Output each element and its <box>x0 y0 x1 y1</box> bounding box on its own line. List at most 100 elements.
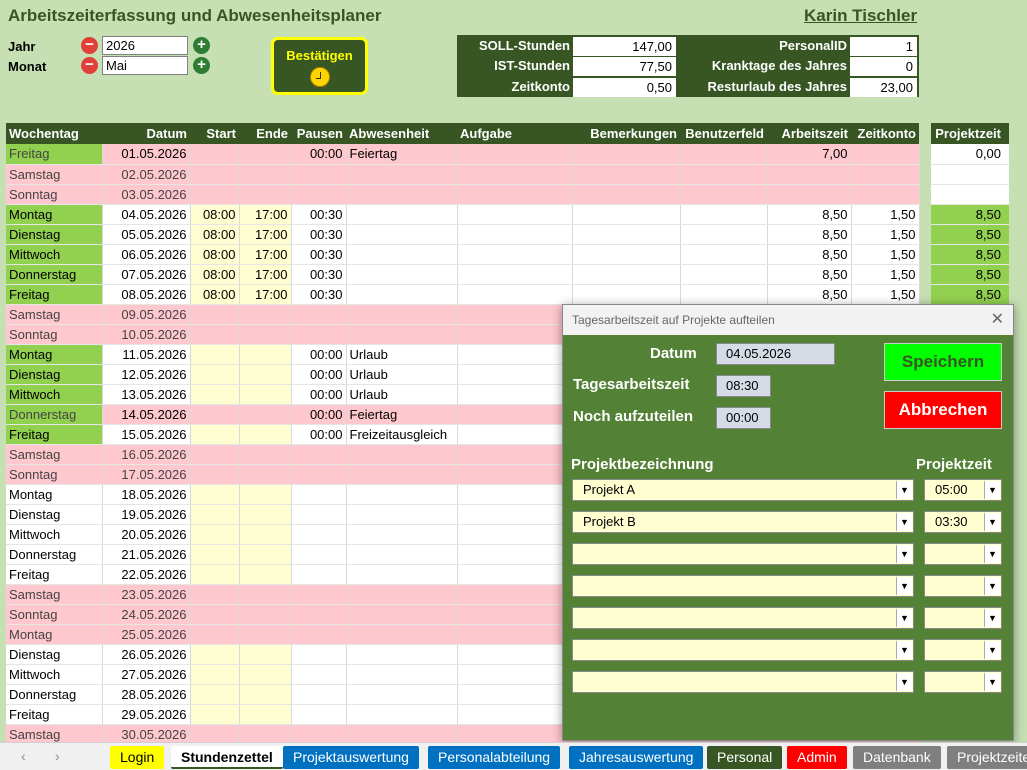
table-cell[interactable] <box>457 343 573 365</box>
table-cell[interactable] <box>190 483 240 505</box>
chevron-down-icon[interactable]: ▼ <box>896 481 912 499</box>
table-cell[interactable] <box>239 483 292 505</box>
year-increment-button[interactable]: + <box>193 37 210 54</box>
table-cell[interactable]: 8,50 <box>767 264 852 285</box>
table-cell[interactable] <box>190 164 240 185</box>
table-cell[interactable]: 00:30 <box>291 244 347 265</box>
chevron-down-icon[interactable]: ▼ <box>984 609 1000 627</box>
project-select[interactable]: Projekt B ▼ <box>572 511 914 533</box>
table-cell[interactable] <box>291 623 347 645</box>
table-cell[interactable]: Donnerstag <box>6 544 103 565</box>
table-cell[interactable] <box>291 184 347 205</box>
table-cell[interactable]: 1,50 <box>851 203 920 225</box>
table-cell[interactable] <box>346 623 458 645</box>
table-cell[interactable]: Samstag <box>6 164 103 185</box>
table-cell[interactable] <box>239 544 292 565</box>
table-cell[interactable] <box>346 504 458 525</box>
table-cell[interactable] <box>291 464 347 485</box>
table-cell[interactable]: 1,50 <box>851 224 920 245</box>
table-cell[interactable]: 17:00 <box>239 203 292 225</box>
table-cell[interactable]: Donnerstag <box>6 404 103 425</box>
table-cell[interactable]: 09.05.2026 <box>102 304 191 325</box>
table-cell[interactable] <box>239 304 292 325</box>
table-cell[interactable] <box>346 483 458 505</box>
chevron-down-icon[interactable]: ▼ <box>984 545 1000 563</box>
chevron-down-icon[interactable]: ▼ <box>984 481 1000 499</box>
table-cell[interactable] <box>851 144 920 165</box>
table-cell[interactable]: Mittwoch <box>6 664 103 685</box>
cancel-button[interactable]: Abbrechen <box>884 391 1002 429</box>
sheet-tab[interactable]: Admin <box>787 746 847 769</box>
table-cell[interactable] <box>190 664 240 685</box>
table-cell[interactable]: Samstag <box>6 724 103 745</box>
table-cell[interactable] <box>190 404 240 425</box>
table-cell[interactable] <box>457 483 573 505</box>
table-cell[interactable]: 00:00 <box>291 144 347 165</box>
table-cell[interactable]: Samstag <box>6 584 103 605</box>
chevron-down-icon[interactable]: ▼ <box>984 641 1000 659</box>
sheet-tab[interactable]: Projektzeiten <box>947 746 1027 769</box>
table-cell[interactable] <box>291 644 347 665</box>
table-cell[interactable]: Feiertag <box>346 404 458 425</box>
table-cell[interactable] <box>291 724 347 745</box>
table-cell[interactable] <box>291 304 347 325</box>
table-cell[interactable]: Urlaub <box>346 384 458 405</box>
table-cell[interactable] <box>291 164 347 185</box>
table-cell[interactable] <box>239 444 292 465</box>
table-cell[interactable]: 1,50 <box>851 284 920 305</box>
table-cell[interactable]: Donnerstag <box>6 264 103 285</box>
table-cell[interactable]: 00:00 <box>291 384 347 405</box>
table-cell[interactable] <box>457 304 573 325</box>
table-cell[interactable] <box>767 164 852 185</box>
table-cell[interactable]: 1,50 <box>851 244 920 265</box>
table-cell[interactable] <box>851 164 920 185</box>
table-cell[interactable] <box>291 444 347 465</box>
table-cell[interactable] <box>190 384 240 405</box>
table-cell[interactable] <box>291 483 347 505</box>
table-cell[interactable]: 00:30 <box>291 224 347 245</box>
table-cell[interactable] <box>346 684 458 705</box>
table-cell[interactable] <box>572 224 681 245</box>
table-cell[interactable]: Freitag <box>6 144 103 165</box>
table-cell[interactable] <box>346 524 458 545</box>
table-cell[interactable] <box>572 164 681 185</box>
table-cell[interactable] <box>291 684 347 705</box>
table-cell[interactable]: Mittwoch <box>6 384 103 405</box>
table-cell[interactable] <box>457 224 573 245</box>
table-cell[interactable]: 08.05.2026 <box>102 284 191 305</box>
year-field[interactable]: 2026 <box>102 36 188 55</box>
chevron-right-icon[interactable]: › <box>55 748 60 764</box>
table-cell[interactable] <box>190 524 240 545</box>
table-cell[interactable] <box>239 644 292 665</box>
table-cell[interactable] <box>190 604 240 625</box>
table-cell[interactable] <box>291 524 347 545</box>
table-cell[interactable]: 13.05.2026 <box>102 384 191 405</box>
project-time-select[interactable]: 05:00 ▼ <box>924 479 1002 501</box>
table-cell[interactable] <box>851 184 920 205</box>
chevron-down-icon[interactable]: ▼ <box>896 609 912 627</box>
table-cell[interactable]: 02.05.2026 <box>102 164 191 185</box>
save-button[interactable]: Speichern <box>884 343 1002 381</box>
table-cell[interactable] <box>190 623 240 645</box>
table-cell[interactable] <box>190 504 240 525</box>
project-time-select[interactable]: ▼ <box>924 639 1002 661</box>
table-cell[interactable]: 11.05.2026 <box>102 343 191 365</box>
table-cell[interactable] <box>346 564 458 585</box>
table-cell[interactable] <box>190 184 240 205</box>
table-cell[interactable] <box>457 664 573 685</box>
table-cell[interactable] <box>457 544 573 565</box>
table-cell[interactable]: 14.05.2026 <box>102 404 191 425</box>
sheet-tab[interactable]: Login <box>110 746 165 769</box>
table-cell[interactable] <box>239 144 292 165</box>
sheet-tab[interactable]: Stundenzettel <box>171 746 283 769</box>
table-cell[interactable]: 7,00 <box>767 144 852 165</box>
table-cell[interactable] <box>572 264 681 285</box>
table-cell[interactable]: 8,50 <box>767 203 852 225</box>
table-cell[interactable] <box>457 464 573 485</box>
table-cell[interactable]: Freitag <box>6 284 103 305</box>
close-icon[interactable]: ✕ <box>991 305 1004 335</box>
table-cell[interactable] <box>457 424 573 445</box>
table-cell[interactable]: Sonntag <box>6 324 103 345</box>
table-cell[interactable]: Sonntag <box>6 184 103 205</box>
table-cell[interactable] <box>457 244 573 265</box>
